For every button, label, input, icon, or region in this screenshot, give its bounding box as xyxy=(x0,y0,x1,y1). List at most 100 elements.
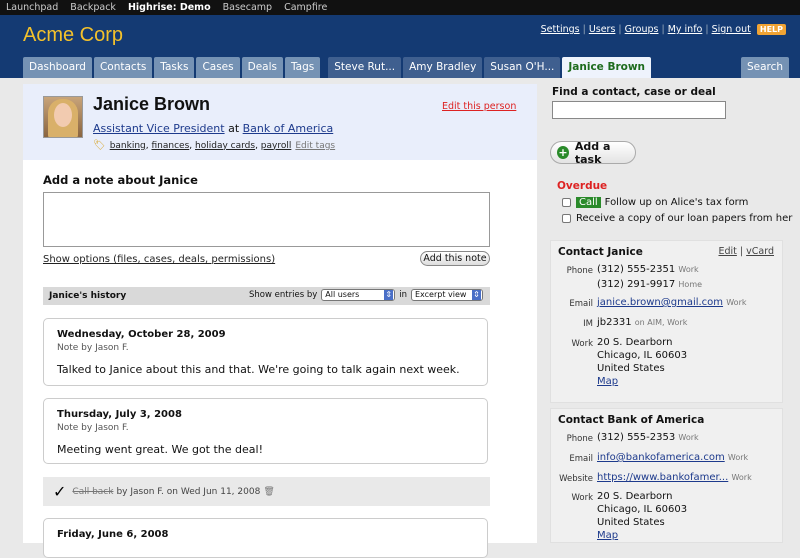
tab-dashboard[interactable]: Dashboard xyxy=(23,57,92,78)
work-label: Work xyxy=(571,493,593,503)
edit-person-link[interactable]: Edit this person xyxy=(442,101,516,112)
tag-finances[interactable]: finances xyxy=(152,141,190,151)
show-options-link[interactable]: Show options (files, cases, deals, permi… xyxy=(43,254,275,265)
note-date: Friday, June 6, 2008 xyxy=(57,529,169,540)
email-value: janice.brown@gmail.com Work xyxy=(597,297,747,308)
add-task-label: Add a task xyxy=(574,139,611,166)
task-text[interactable]: Receive a copy of our loan papers from h… xyxy=(576,213,792,224)
note-date: Thursday, July 3, 2008 xyxy=(57,409,182,420)
tab-person-susan[interactable]: Susan O'H... xyxy=(484,57,561,78)
tag-banking[interactable]: banking xyxy=(110,141,146,151)
website-label: Website xyxy=(559,474,593,484)
website-link[interactable]: https://www.bankofamer... xyxy=(597,472,728,483)
company-link[interactable]: Bank of America xyxy=(243,122,334,135)
address-line: 20 S. Dearborn xyxy=(597,491,673,502)
brand-title[interactable]: Acme Corp xyxy=(23,24,123,47)
address-line: United States xyxy=(597,363,665,374)
tab-person-amy[interactable]: Amy Bradley xyxy=(403,57,483,78)
task-category-badge: Call xyxy=(576,197,601,208)
email-label: Email xyxy=(569,454,593,464)
job-title-link[interactable]: Assistant Vice President xyxy=(93,122,225,135)
history-bar: Janice's history Show entries by All use… xyxy=(43,287,490,305)
tag-list: 🏷 banking, finances, holiday cards, payr… xyxy=(93,140,336,151)
tag-holiday-cards[interactable]: holiday cards xyxy=(195,141,255,151)
edit-contact-link[interactable]: Edit xyxy=(718,246,736,257)
map-link[interactable]: Map xyxy=(597,530,618,541)
groups-link[interactable]: Groups xyxy=(625,24,659,35)
contact-company-heading: Contact Bank of America xyxy=(558,414,705,426)
tag-icon: 🏷 xyxy=(93,140,106,151)
email-link[interactable]: janice.brown@gmail.com xyxy=(597,297,723,308)
history-filters: Show entries by All users in Excerpt vie… xyxy=(249,289,487,301)
app-link-highrise[interactable]: Highrise: Demo xyxy=(128,2,211,13)
tab-tags[interactable]: Tags xyxy=(284,57,321,78)
account-links: Settings | Users | Groups | My info | Sign o… xyxy=(541,24,786,35)
task-item: Receive a copy of our loan papers from h… xyxy=(562,213,792,224)
users-link[interactable]: Users xyxy=(589,24,616,35)
phone-value: (312) 555-2351 Work xyxy=(597,264,699,275)
task-text[interactable]: Follow up on Alice's tax form xyxy=(605,197,749,208)
phone-value: (312) 291-9917 Home xyxy=(597,279,703,290)
tab-cases[interactable]: Cases xyxy=(196,57,240,78)
sign-out-link[interactable]: Sign out xyxy=(712,24,751,35)
tab-person-janice[interactable]: Janice Brown xyxy=(562,57,652,78)
tag-payroll[interactable]: payroll xyxy=(261,141,292,151)
avatar xyxy=(43,96,83,138)
contact-person-box: Contact Janice Edit | vCard Phone (312) … xyxy=(550,240,783,403)
add-task-button[interactable]: + Add a task xyxy=(550,139,636,166)
in-label: in xyxy=(399,290,407,300)
vcard-link[interactable]: vCard xyxy=(746,246,774,257)
settings-link[interactable]: Settings xyxy=(541,24,580,35)
history-title: Janice's history xyxy=(49,291,127,301)
note-author: Note by Jason F. xyxy=(57,343,129,353)
tab-bar: Dashboard Contacts Tasks Cases Deals Tag… xyxy=(23,57,790,78)
person-title-line: Assistant Vice President at Bank of Amer… xyxy=(93,122,333,135)
note-card: Wednesday, October 28, 2009 Note by Jaso… xyxy=(43,318,488,386)
add-note-heading: Add a note about Janice xyxy=(43,173,198,187)
tab-deals[interactable]: Deals xyxy=(241,57,283,78)
phone-label: Phone xyxy=(566,266,593,276)
view-select[interactable]: Excerpt view xyxy=(411,289,483,301)
note-textarea[interactable] xyxy=(43,192,490,247)
show-entries-label: Show entries by xyxy=(249,290,318,300)
app-link-backpack[interactable]: Backpack xyxy=(70,2,116,13)
add-note-button[interactable]: Add this note xyxy=(420,251,490,266)
users-select[interactable]: All users xyxy=(321,289,396,301)
note-body: Meeting went great. We got the deal! xyxy=(57,443,263,456)
person-header: Janice Brown Edit this person Assistant … xyxy=(23,84,537,160)
tab-tasks[interactable]: Tasks xyxy=(154,57,195,78)
task-checkbox[interactable] xyxy=(562,198,571,207)
app-link-launchpad[interactable]: Launchpad xyxy=(6,2,58,13)
address-line: Chicago, IL 60603 xyxy=(597,350,688,361)
contact-person-actions: Edit | vCard xyxy=(718,246,774,257)
find-input[interactable] xyxy=(552,101,726,119)
app-link-campfire[interactable]: Campfire xyxy=(284,2,327,13)
tab-search[interactable]: Search xyxy=(741,57,790,78)
map-link[interactable]: Map xyxy=(597,376,618,387)
tab-person-steve[interactable]: Steve Rut... xyxy=(328,57,402,78)
checkmark-icon: ✓ xyxy=(53,482,67,501)
im-value: jb2331 on AIM, Work xyxy=(597,317,688,328)
email-link[interactable]: info@bankofamerica.com xyxy=(597,452,725,463)
phone-label: Phone xyxy=(566,434,593,444)
contact-person-heading: Contact Janice xyxy=(558,246,643,258)
app-link-basecamp[interactable]: Basecamp xyxy=(223,2,272,13)
email-value: info@bankofamerica.com Work xyxy=(597,452,749,463)
sidebar: Find a contact, case or deal + Add a tas… xyxy=(550,84,800,543)
edit-tags-link[interactable]: Edit tags xyxy=(295,141,335,151)
im-label: IM xyxy=(583,319,593,329)
trash-icon[interactable]: 🗑 xyxy=(263,487,274,497)
help-button[interactable]: HELP xyxy=(756,24,786,35)
tab-contacts[interactable]: Contacts xyxy=(93,57,153,78)
note-card: Friday, June 6, 2008 xyxy=(43,518,488,558)
email-label: Email xyxy=(569,299,593,309)
task-checkbox[interactable] xyxy=(562,214,571,223)
find-heading: Find a contact, case or deal xyxy=(552,86,716,98)
work-label: Work xyxy=(571,339,593,349)
my-info-link[interactable]: My info xyxy=(668,24,703,35)
note-author: Note by Jason F. xyxy=(57,423,129,433)
note-date: Wednesday, October 28, 2009 xyxy=(57,329,226,340)
address-line: 20 S. Dearborn xyxy=(597,337,673,348)
address-line: United States xyxy=(597,517,665,528)
global-app-bar: Launchpad Backpack Highrise: Demo Baseca… xyxy=(0,0,800,15)
